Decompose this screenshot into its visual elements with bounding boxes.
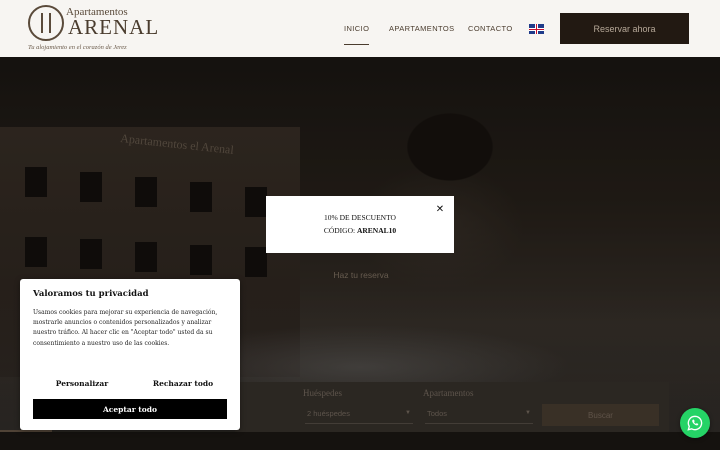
- brand-logo[interactable]: Apartamentos ARENAL Tu alojamiento en el…: [28, 5, 168, 53]
- accept-all-button[interactable]: Aceptar todo: [33, 399, 227, 419]
- discount-title: 10% DE DESCUENTO: [324, 213, 396, 222]
- discount-code-line: CÓDIGO: ARENAL10: [266, 226, 454, 235]
- close-icon[interactable]: ✕: [434, 203, 446, 215]
- customize-button[interactable]: Personalizar: [34, 379, 130, 393]
- discount-code-prefix: CÓDIGO:: [323, 226, 357, 235]
- whatsapp-icon[interactable]: [680, 408, 710, 438]
- brand-name-line2: ARENAL: [68, 15, 160, 39]
- site-header: Apartamentos ARENAL Tu alojamiento en el…: [0, 0, 720, 57]
- cookie-description: Usamos cookies para mejorar su experienc…: [33, 309, 218, 347]
- reserve-now-button[interactable]: Reservar ahora: [560, 13, 689, 44]
- cookie-consent-dialog: Valoramos tu privacidad Usamos cookies p…: [20, 279, 240, 430]
- logo-emblem-icon: [28, 5, 64, 41]
- nav-item-inicio[interactable]: INICIO: [344, 24, 370, 45]
- brand-tagline: Tu alojamiento en el corazón de Jerez: [28, 44, 127, 51]
- discount-popup: 10% DE DESCUENTO CÓDIGO: ARENAL10 ✕: [266, 196, 454, 253]
- reject-all-button[interactable]: Rechazar todo: [135, 379, 231, 393]
- cookie-title: Valoramos tu privacidad: [33, 289, 149, 299]
- discount-code: ARENAL10: [356, 226, 397, 235]
- nav-item-contacto[interactable]: CONTACTO: [468, 24, 513, 33]
- uk-flag-icon[interactable]: [529, 24, 544, 34]
- nav-item-apartamentos[interactable]: APARTAMENTOS: [389, 24, 455, 33]
